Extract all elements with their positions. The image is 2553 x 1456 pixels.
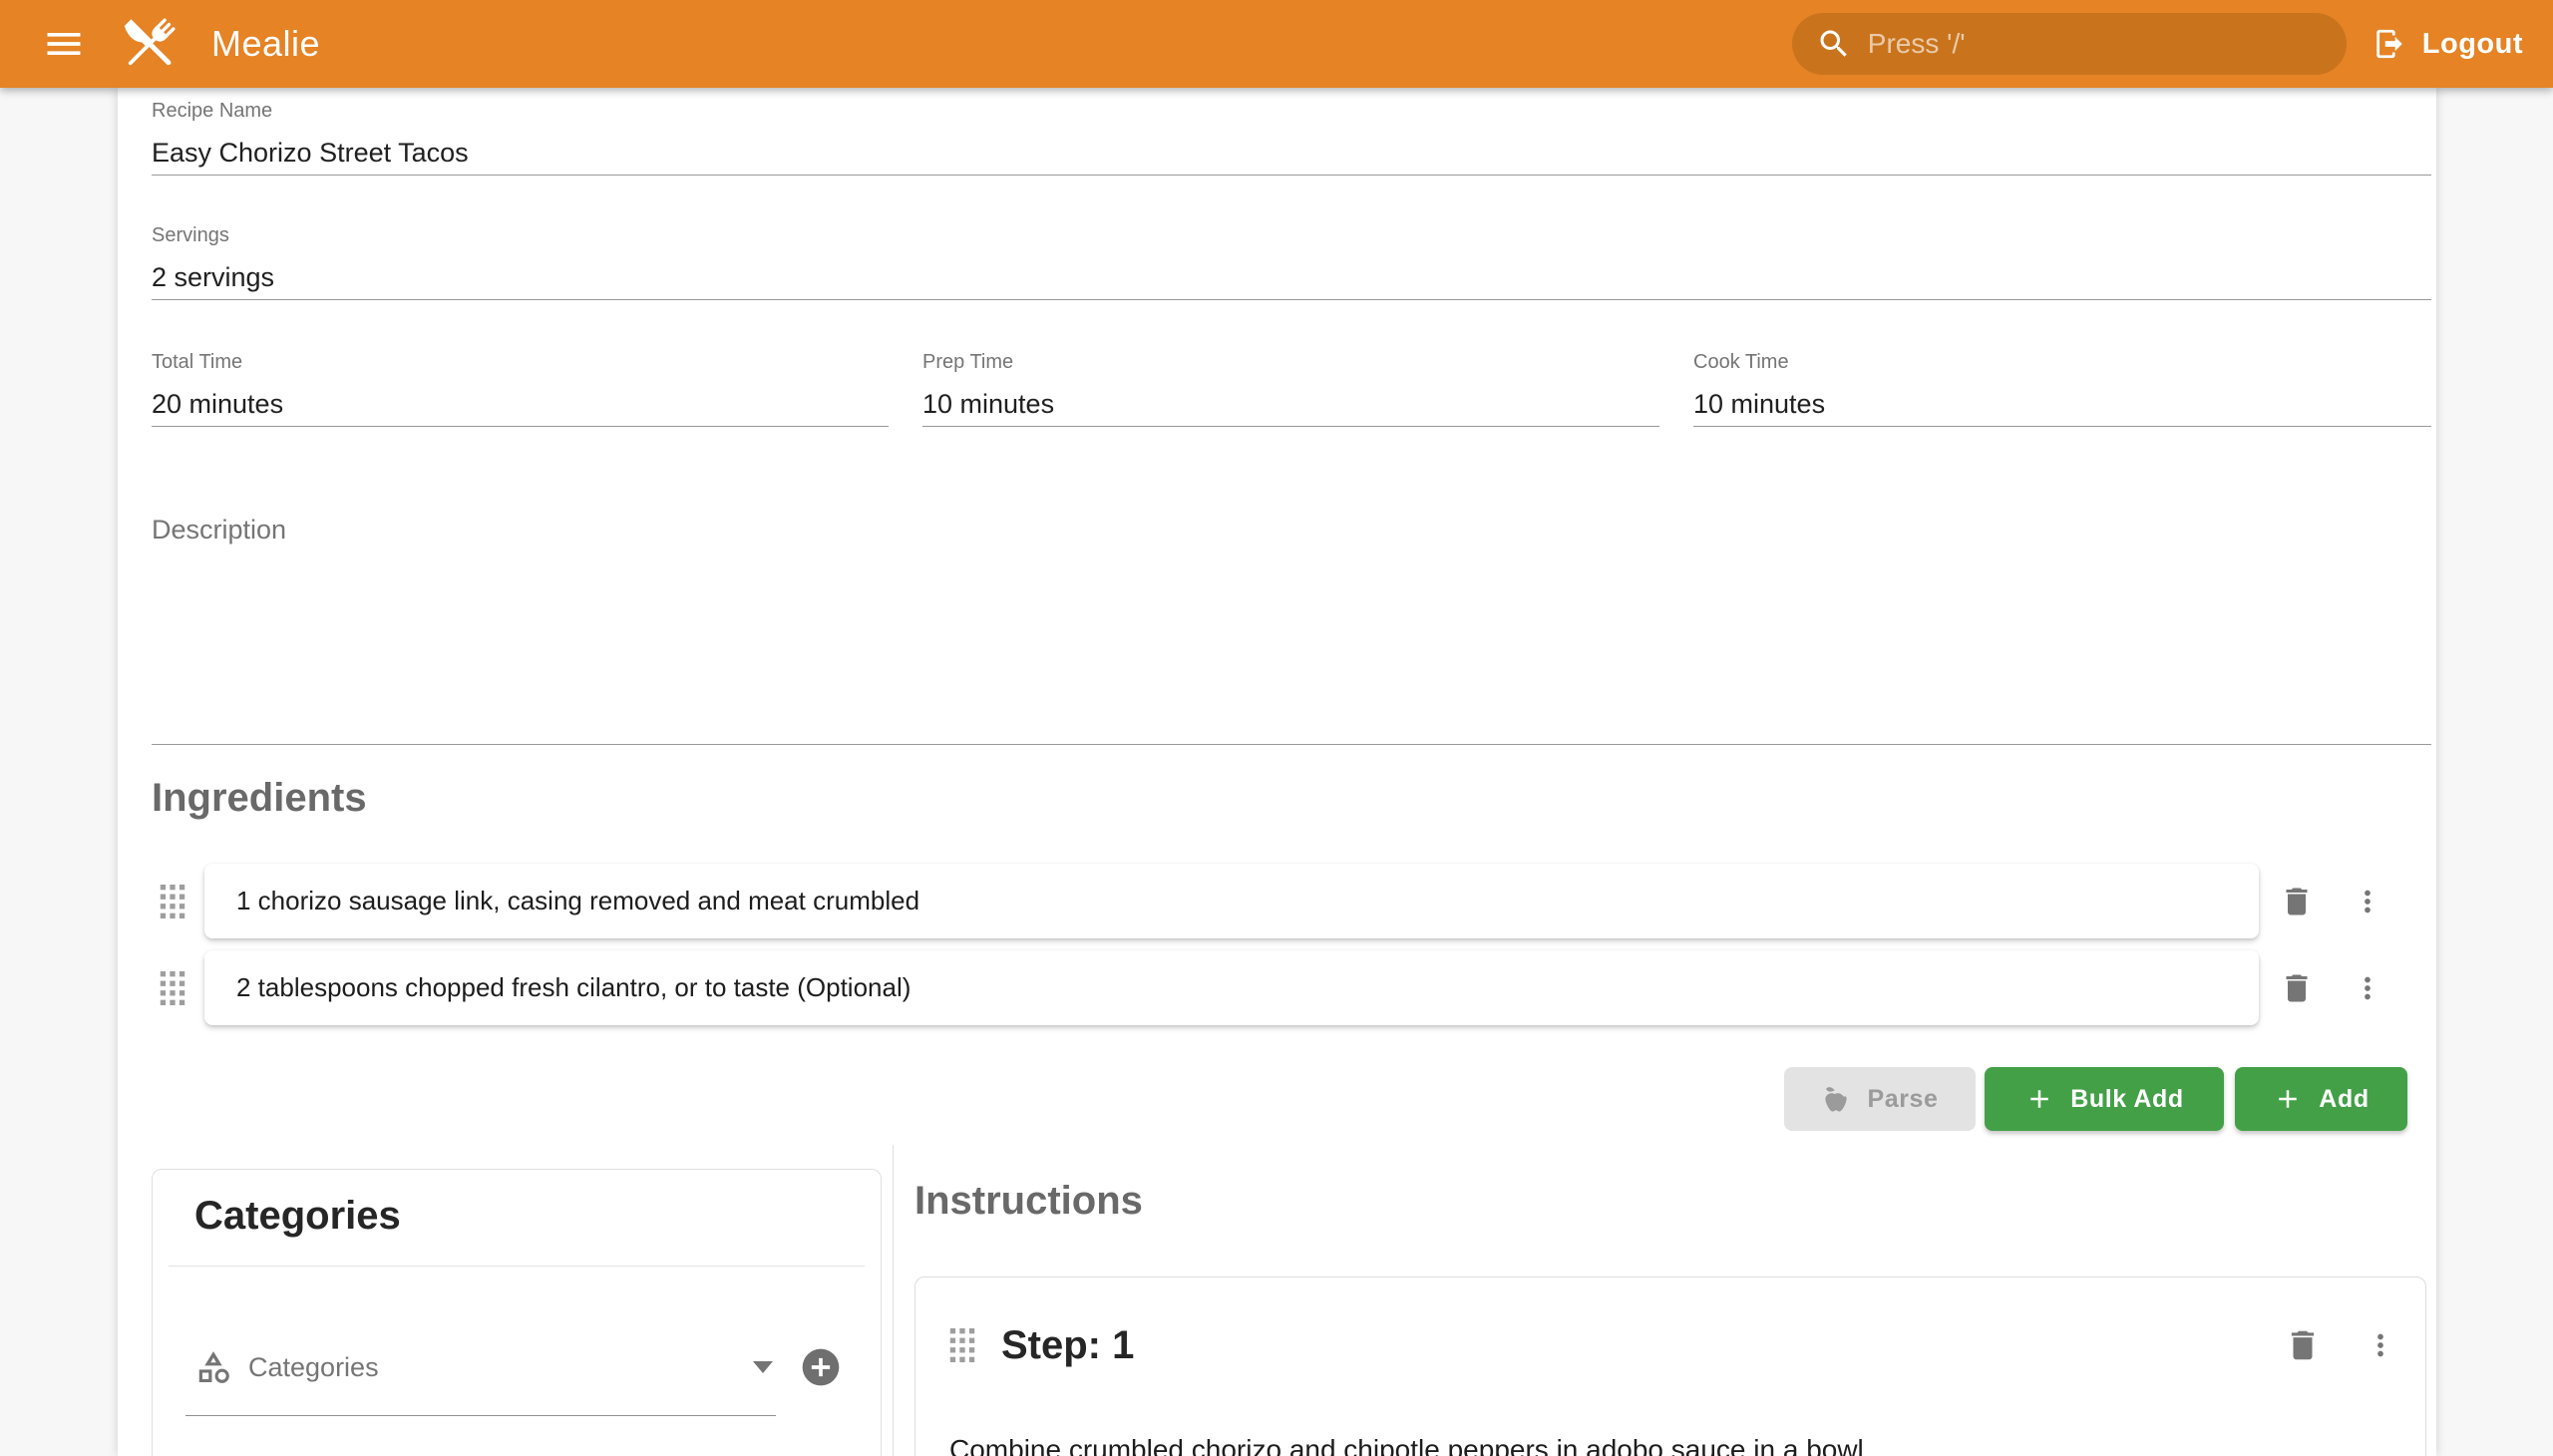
drag-handle-icon[interactable]	[160, 885, 185, 918]
ingredient-menu-button[interactable]	[2351, 971, 2384, 1005]
divider	[169, 1266, 865, 1267]
logout-icon	[2372, 27, 2406, 61]
bulk-add-label: Bulk Add	[2070, 1085, 2184, 1114]
description-textarea[interactable]	[152, 511, 2431, 744]
delete-ingredient-button[interactable]	[2279, 884, 2315, 919]
step-text[interactable]: Combine crumbled chorizo and chipotle pe…	[949, 1434, 2385, 1456]
search-box[interactable]	[1792, 13, 2347, 75]
delete-step-button[interactable]	[2284, 1326, 2322, 1364]
select-underline	[185, 1415, 776, 1416]
ingredient-row	[152, 950, 2397, 1025]
add-ingredient-button[interactable]: Add	[2235, 1067, 2407, 1131]
column-divider	[893, 1145, 894, 1456]
plus-icon	[2273, 1084, 2303, 1114]
apple-icon	[1821, 1084, 1851, 1114]
shapes-icon	[194, 1348, 232, 1386]
ingredient-row	[152, 864, 2397, 938]
bulk-add-button[interactable]: Bulk Add	[1985, 1067, 2224, 1131]
ingredient-input[interactable]	[236, 972, 2227, 1003]
chevron-down-icon	[753, 1361, 773, 1373]
instructions-section-title: Instructions	[914, 1177, 1143, 1225]
cook-time-label: Cook Time	[1693, 351, 2431, 373]
trash-icon	[2279, 884, 2315, 919]
categories-card: Categories Categories	[152, 1169, 882, 1456]
ingredient-input-card	[204, 950, 2259, 1025]
ingredient-input-card	[204, 864, 2259, 938]
instruction-step-card: Step: 1 Combine crumbled chorizo and chi…	[914, 1276, 2426, 1456]
kebab-menu-icon	[2351, 971, 2384, 1005]
total-time-input[interactable]	[152, 382, 889, 427]
parse-button[interactable]: Parse	[1784, 1067, 1976, 1131]
cook-time-input[interactable]	[1693, 382, 2431, 427]
kebab-menu-icon	[2364, 1328, 2397, 1362]
servings-label: Servings	[152, 224, 2431, 246]
mealie-logo-icon	[114, 8, 185, 80]
logout-label: Logout	[2422, 28, 2523, 61]
step-header: Step: 1	[949, 1315, 2397, 1375]
hamburger-menu-button[interactable]	[36, 16, 92, 72]
logout-button[interactable]: Logout	[2372, 27, 2523, 61]
recipe-editor-card: Recipe Name Servings Total Time Prep Tim…	[118, 88, 2436, 1456]
trash-icon	[2284, 1326, 2322, 1364]
drag-handle-icon[interactable]	[160, 971, 185, 1005]
step-title: Step: 1	[1001, 1323, 1134, 1368]
categories-title: Categories	[194, 1192, 401, 1240]
plus-icon	[2024, 1084, 2054, 1114]
plus-circle-icon	[799, 1345, 843, 1389]
drag-handle-icon[interactable]	[949, 1328, 975, 1362]
total-time-label: Total Time	[152, 351, 889, 373]
app-title: Mealie	[211, 23, 320, 65]
kebab-menu-icon	[2351, 885, 2384, 918]
app-bar: Mealie Logout	[0, 0, 2553, 88]
recipe-name-input[interactable]	[152, 131, 2431, 176]
categories-select[interactable]: Categories	[194, 1341, 843, 1393]
servings-input[interactable]	[152, 255, 2431, 300]
ingredient-input[interactable]	[236, 886, 2227, 916]
description-field: Description	[152, 511, 2431, 745]
categories-select-placeholder: Categories	[248, 1352, 379, 1383]
ingredients-section-title: Ingredients	[152, 774, 367, 822]
ingredient-menu-button[interactable]	[2351, 885, 2384, 918]
prep-time-label: Prep Time	[922, 351, 1659, 373]
search-icon	[1816, 26, 1852, 62]
search-input[interactable]	[1868, 28, 2323, 60]
trash-icon	[2279, 970, 2315, 1006]
menu-icon	[42, 22, 86, 66]
add-category-button[interactable]	[799, 1345, 843, 1389]
recipe-name-label: Recipe Name	[152, 100, 2431, 122]
prep-time-input[interactable]	[922, 382, 1659, 427]
add-label: Add	[2319, 1085, 2369, 1114]
parse-label: Parse	[1867, 1085, 1938, 1114]
delete-ingredient-button[interactable]	[2279, 970, 2315, 1006]
step-menu-button[interactable]	[2364, 1328, 2397, 1362]
